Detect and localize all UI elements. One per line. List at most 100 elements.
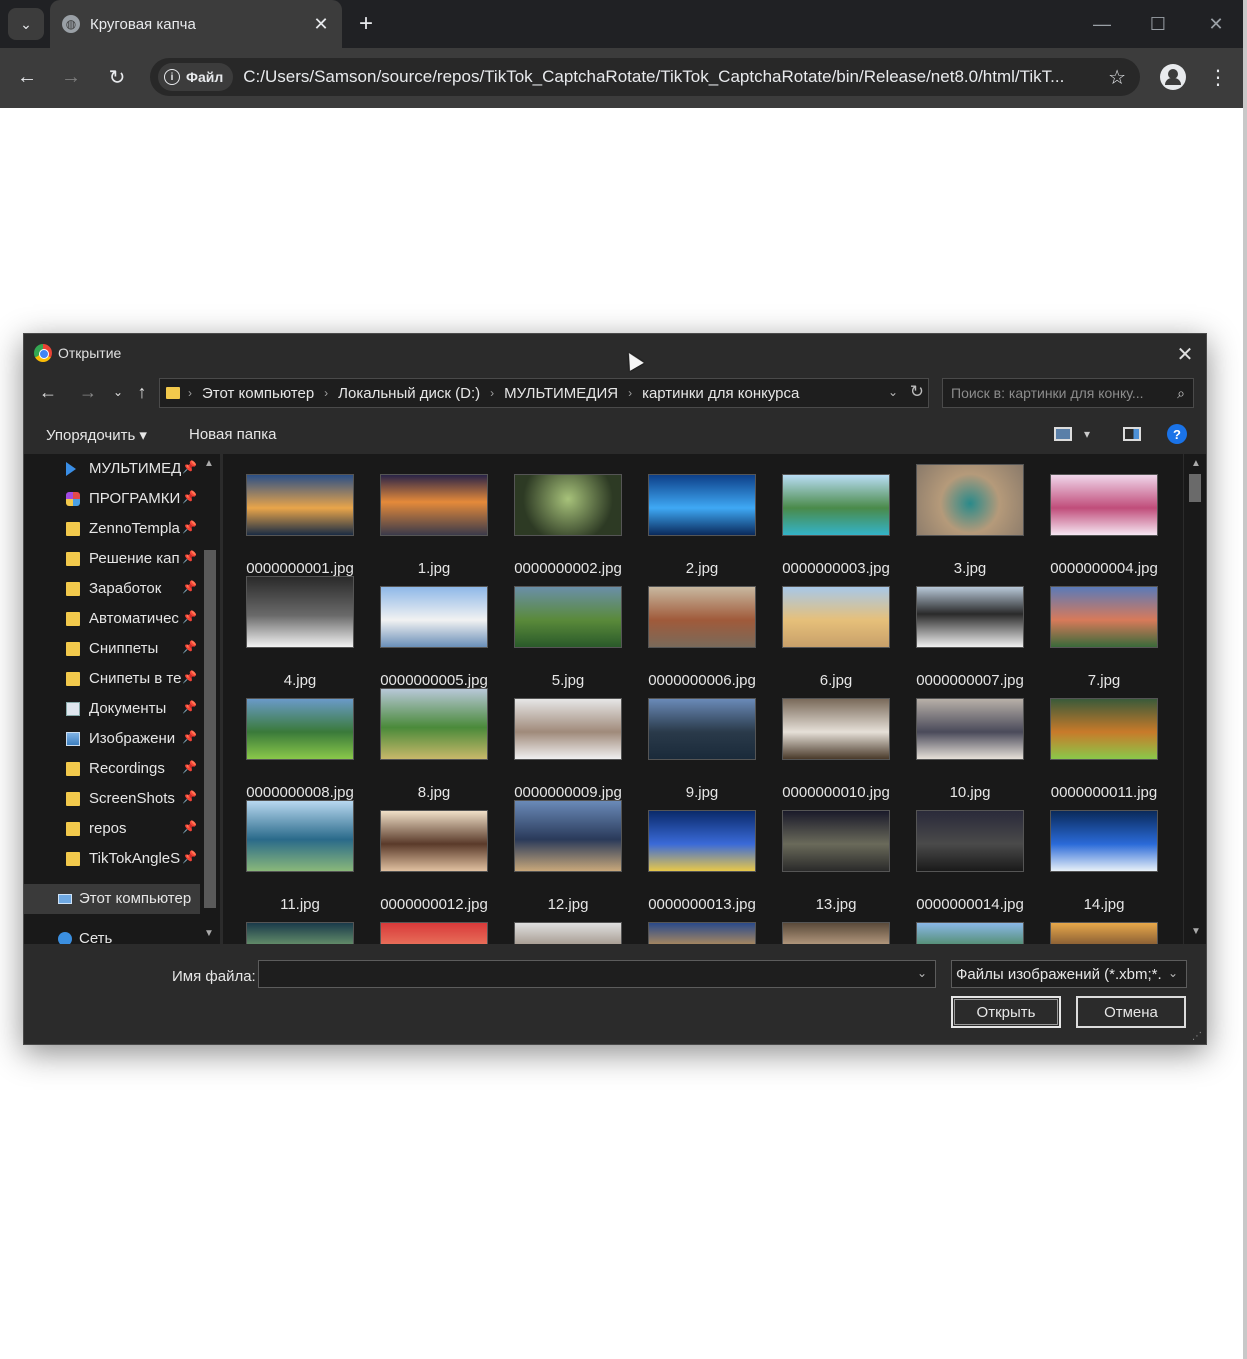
close-window-button[interactable]: ✕ (1202, 10, 1230, 38)
file-item[interactable]: 2.jpg (637, 464, 767, 577)
cancel-button[interactable]: Отмена (1076, 996, 1186, 1028)
file-item[interactable]: 0000000010.jpg (771, 688, 901, 801)
nav-item-documents[interactable]: Документы 📌 (24, 694, 204, 724)
breadcrumb[interactable]: › Этот компьютер › Локальный диск (D:) ›… (159, 378, 929, 408)
nav-item-repos[interactable]: repos 📌 (24, 814, 204, 844)
file-item[interactable]: 0000000008.jpg (235, 688, 365, 801)
nav-scrollbar[interactable]: ▲ ▼ (200, 454, 220, 944)
file-item[interactable] (235, 912, 365, 944)
file-item[interactable] (503, 912, 633, 944)
file-item[interactable]: 0000000011.jpg (1039, 688, 1169, 801)
nav-item-network[interactable]: Сеть (24, 924, 204, 944)
file-item[interactable]: 7.jpg (1039, 576, 1169, 689)
nav-item-earnings[interactable]: Заработок 📌 (24, 574, 204, 604)
file-item[interactable]: 0000000001.jpg (235, 464, 365, 577)
nav-item-this-computer[interactable]: Этот компьютер (24, 884, 200, 914)
file-item[interactable]: 0000000012.jpg (369, 800, 499, 913)
menu-dots-icon[interactable]: ⋮ (1206, 62, 1230, 92)
breadcrumb-item[interactable]: МУЛЬТИМЕДИЯ (504, 385, 618, 402)
file-item[interactable]: 11.jpg (235, 800, 365, 913)
scroll-up-icon[interactable]: ▲ (1191, 458, 1201, 469)
nav-item-captcha-solution[interactable]: Решение кап 📌 (24, 544, 204, 574)
new-folder-button[interactable]: Новая папка (189, 426, 276, 443)
file-item[interactable]: 0000000005.jpg (369, 576, 499, 689)
file-item[interactable]: 10.jpg (905, 688, 1035, 801)
scroll-down-icon[interactable]: ▼ (1191, 926, 1201, 937)
maximize-button[interactable]: ☐ (1144, 10, 1172, 38)
forward-arrow-icon[interactable]: → (56, 62, 86, 92)
dialog-back-icon[interactable]: ← (36, 380, 60, 404)
file-item[interactable]: 0000000003.jpg (771, 464, 901, 577)
search-input[interactable] (951, 385, 1178, 401)
view-mode-icon[interactable] (1054, 427, 1072, 441)
file-item[interactable]: 0000000004.jpg (1039, 464, 1169, 577)
up-folder-icon[interactable]: ↑ (130, 380, 154, 404)
file-item[interactable] (771, 912, 901, 944)
file-type-select[interactable]: Файлы изображений (*.xbm;*. ⌄ (951, 960, 1187, 988)
nav-item-zennotemplates[interactable]: ZennoTempla 📌 (24, 514, 204, 544)
tab-close-icon[interactable]: ✕ (312, 14, 330, 35)
chevron-down-icon[interactable]: ▾ (1084, 427, 1090, 441)
nav-item-images[interactable]: Изображени 📌 (24, 724, 204, 754)
chevron-down-icon[interactable]: ⌄ (888, 385, 898, 399)
file-item[interactable]: 3.jpg (905, 464, 1035, 577)
breadcrumb-item[interactable]: Локальный диск (D:) (338, 385, 480, 402)
dialog-forward-icon[interactable]: → (76, 380, 100, 404)
file-item[interactable]: 0000000013.jpg (637, 800, 767, 913)
minimize-button[interactable]: — (1088, 10, 1116, 38)
scrollbar-thumb[interactable] (204, 550, 216, 908)
file-item[interactable]: 13.jpg (771, 800, 901, 913)
nav-item-tiktokangles[interactable]: TikTokAngleS 📌 (24, 844, 204, 874)
breadcrumb-item[interactable]: картинки для конкурса (642, 385, 799, 402)
nav-item-snippets-in-te[interactable]: Снипеты в те 📌 (24, 664, 204, 694)
nav-item-snippets[interactable]: Сниппеты 📌 (24, 634, 204, 664)
nav-item-screenshots[interactable]: ScreenShots 📌 (24, 784, 204, 814)
back-arrow-icon[interactable]: ← (12, 62, 42, 92)
filename-input[interactable] (259, 961, 899, 987)
nav-item-recordings[interactable]: Recordings 📌 (24, 754, 204, 784)
file-item[interactable]: 4.jpg (235, 576, 365, 689)
file-item[interactable]: 0000000007.jpg (905, 576, 1035, 689)
url-text[interactable]: C:/Users/Samson/source/repos/TikTok_Capt… (243, 67, 1098, 87)
nav-item-multimedia[interactable]: МУЛЬТИМЕД 📌 (24, 454, 204, 484)
file-item[interactable]: 6.jpg (771, 576, 901, 689)
preview-pane-icon[interactable] (1123, 427, 1141, 441)
profile-avatar-icon[interactable] (1160, 64, 1186, 90)
file-item[interactable]: 0000000002.jpg (503, 464, 633, 577)
open-button[interactable]: Открыть (951, 996, 1061, 1028)
site-info-chip[interactable]: i Файл (158, 63, 234, 91)
nav-item-programs[interactable]: ПРОГРАМКИ 📌 (24, 484, 204, 514)
bookmark-star-icon[interactable]: ☆ (1108, 65, 1126, 90)
file-item[interactable]: 9.jpg (637, 688, 767, 801)
browser-tab[interactable]: ◍ Круговая капча ✕ (50, 0, 342, 48)
address-bar[interactable]: i Файл C:/Users/Samson/source/repos/TikT… (150, 58, 1140, 96)
resize-grip-icon[interactable]: ⋰ (1192, 1031, 1202, 1042)
file-item[interactable]: 14.jpg (1039, 800, 1169, 913)
help-icon[interactable]: ? (1167, 424, 1187, 444)
file-item[interactable] (1039, 912, 1169, 944)
file-item[interactable]: 12.jpg (503, 800, 633, 913)
file-item[interactable]: 0000000014.jpg (905, 800, 1035, 913)
scrollbar-thumb[interactable] (1189, 474, 1201, 502)
filename-field[interactable]: ⌄ (258, 960, 936, 988)
file-item[interactable]: 0000000009.jpg (503, 688, 633, 801)
file-scrollbar[interactable]: ▲ ▼ (1184, 454, 1206, 944)
file-item[interactable]: 8.jpg (369, 688, 499, 801)
breadcrumb-item[interactable]: Этот компьютер (202, 385, 314, 402)
file-item[interactable]: 5.jpg (503, 576, 633, 689)
file-item[interactable] (637, 912, 767, 944)
file-item[interactable] (905, 912, 1035, 944)
file-item[interactable]: 1.jpg (369, 464, 499, 577)
reload-icon[interactable]: ↻ (102, 62, 132, 92)
refresh-icon[interactable]: ↻ (910, 382, 924, 402)
scroll-up-icon[interactable]: ▲ (204, 458, 214, 469)
chevron-down-icon[interactable]: ⌄ (917, 966, 927, 980)
search-field[interactable]: ⌕ (942, 378, 1194, 408)
tab-search-button[interactable]: ⌄ (8, 8, 44, 40)
recent-locations-chevron-icon[interactable]: ⌄ (106, 380, 130, 404)
organize-button[interactable]: Упорядочить ▾ (46, 426, 147, 444)
file-item[interactable] (369, 912, 499, 944)
new-tab-button[interactable]: + (352, 10, 380, 38)
scroll-down-icon[interactable]: ▼ (204, 928, 214, 939)
nav-item-automation[interactable]: Автоматичес 📌 (24, 604, 204, 634)
